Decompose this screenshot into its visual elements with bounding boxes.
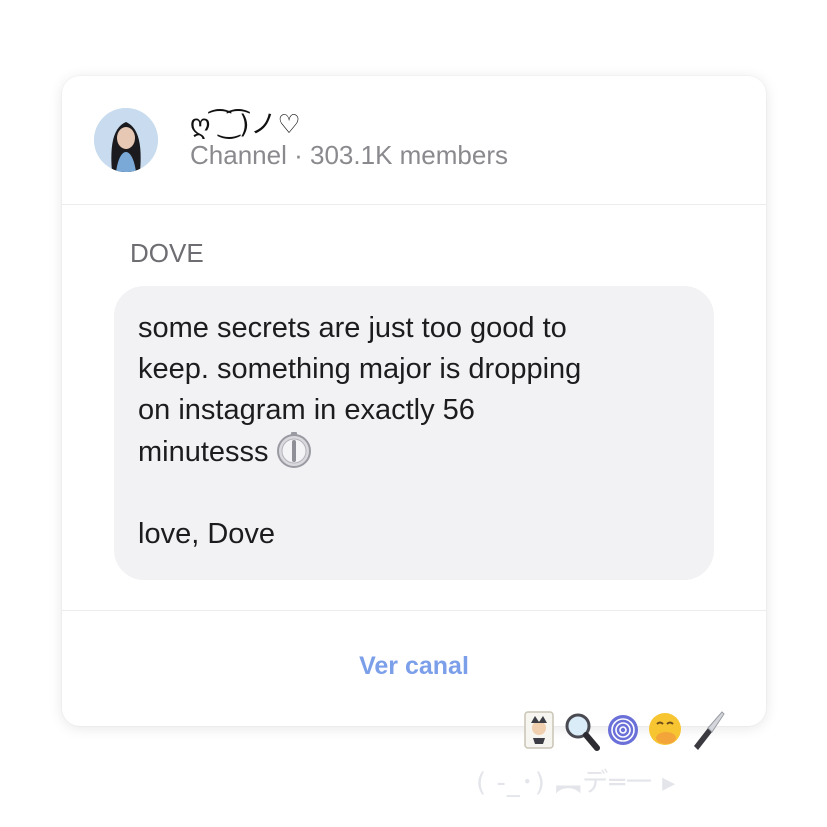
member-count: 303.1K members xyxy=(310,140,508,170)
message-line-last: minutesss xyxy=(138,431,698,473)
channel-name: ღ ͡ ͜ ͡)ノ♡ xyxy=(190,110,302,140)
knife-icon xyxy=(688,708,726,752)
signature-text: ( -_･) ︻デ═一 ▸ xyxy=(476,768,677,798)
message-line: minutesss xyxy=(138,436,269,468)
channel-header[interactable]: ღ ͡ ͜ ͡)ノ♡ Channel · 303.1K members xyxy=(62,76,766,204)
channel-meta: Channel · 303.1K members xyxy=(190,140,508,171)
message-line: some secrets are just too good to xyxy=(138,312,567,344)
fingerprint-icon xyxy=(604,708,642,752)
emoji-decoration-row xyxy=(520,708,726,752)
message-signoff: love, Dove xyxy=(138,518,276,550)
stopwatch-icon xyxy=(275,431,313,469)
joker-card-icon xyxy=(520,708,558,752)
message-bubble[interactable]: some secrets are just too good to keep. … xyxy=(114,286,714,580)
meta-separator: · xyxy=(294,140,303,170)
view-channel-button[interactable]: Ver canal xyxy=(62,652,766,681)
divider xyxy=(62,204,766,205)
channel-preview-card: ღ ͡ ͜ ͡)ノ♡ Channel · 303.1K members DOVE… xyxy=(62,76,766,726)
channel-type: Channel xyxy=(190,140,287,170)
sender-name: DOVE xyxy=(130,238,204,268)
divider xyxy=(62,610,766,611)
hand-over-mouth-face-icon xyxy=(646,708,684,752)
message-line: keep. something major is dropping xyxy=(138,353,582,385)
magnifier-icon xyxy=(562,708,600,752)
channel-avatar[interactable] xyxy=(94,108,158,172)
message-line: on instagram in exactly 56 xyxy=(138,394,475,426)
message-text: some secrets are just too good to keep. … xyxy=(138,308,698,555)
